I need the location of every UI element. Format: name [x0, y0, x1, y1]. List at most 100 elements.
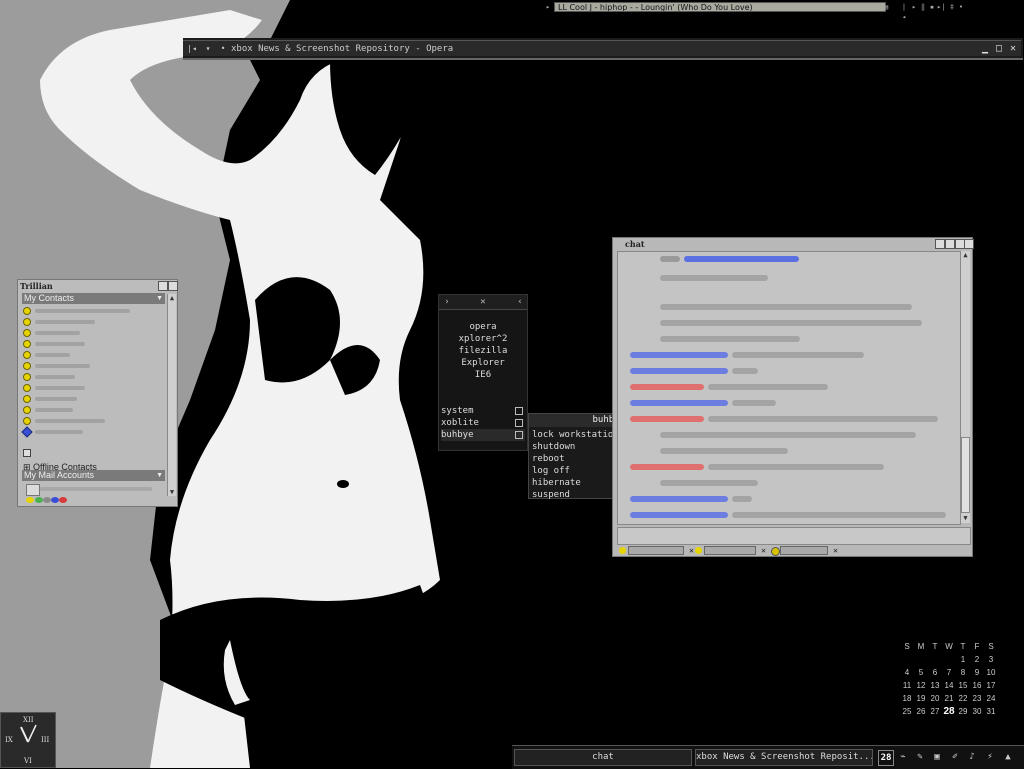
calendar-day[interactable]: 13: [928, 679, 942, 692]
tray-plug-icon[interactable]: ⚡: [983, 750, 997, 764]
menu-reboot[interactable]: reboot: [532, 453, 565, 465]
calendar-day[interactable]: 20: [928, 692, 942, 705]
status-icon[interactable]: [51, 497, 59, 503]
launch-xplorer2[interactable]: xplorer^2: [439, 333, 527, 345]
calendar-today[interactable]: 28: [942, 705, 956, 718]
minimize-icon[interactable]: ▁: [979, 42, 991, 55]
calendar-day[interactable]: 14: [942, 679, 956, 692]
contact-item[interactable]: [23, 383, 123, 393]
menu-item-buhbye[interactable]: buhbye: [441, 429, 525, 441]
scroll-down-icon[interactable]: ▼: [961, 514, 970, 522]
task-opera[interactable]: xbox News & Screenshot Reposit...: [695, 749, 873, 766]
menu-lock-workstation[interactable]: lock workstation: [532, 429, 619, 441]
media-menu-icon[interactable]: ▸: [544, 2, 552, 12]
contact-item[interactable]: [23, 448, 123, 458]
calendar-day[interactable]: 1: [956, 653, 970, 666]
calendar-day[interactable]: 12: [914, 679, 928, 692]
group-my-contacts[interactable]: My Contacts ▼: [22, 293, 165, 304]
status-icon[interactable]: [35, 497, 43, 503]
launch-filezilla[interactable]: filezilla: [439, 345, 527, 357]
chat-tab[interactable]: ✕: [619, 546, 694, 555]
chevron-right-icon[interactable]: ›: [441, 296, 453, 308]
scroll-down-icon[interactable]: ▼: [168, 488, 176, 496]
calendar-day[interactable]: 3: [984, 653, 998, 666]
contact-item[interactable]: [23, 306, 130, 316]
calendar-day[interactable]: 31: [984, 705, 998, 718]
close-icon[interactable]: [964, 239, 974, 249]
play-icon[interactable]: ▸: [910, 2, 918, 12]
chat-message-input[interactable]: [617, 527, 971, 545]
calendar-day[interactable]: 30: [970, 705, 984, 718]
status-icon[interactable]: [59, 497, 67, 503]
shuffle-icon[interactable]: ‡: [948, 2, 956, 12]
mail-icon[interactable]: [26, 484, 40, 496]
maximize-icon[interactable]: □: [993, 42, 1005, 55]
calendar-day[interactable]: 24: [984, 692, 998, 705]
contact-item[interactable]: [23, 372, 123, 382]
close-icon[interactable]: ✕: [689, 546, 694, 555]
menu-suspend[interactable]: suspend: [532, 489, 570, 501]
calendar-day[interactable]: 16: [970, 679, 984, 692]
stop-icon[interactable]: ▪: [928, 2, 936, 12]
chat-link-blurred[interactable]: [684, 256, 799, 262]
contact-item[interactable]: [23, 394, 123, 404]
tray-pen-icon[interactable]: ✐: [948, 750, 962, 764]
tray-speaker-icon[interactable]: ♪: [965, 750, 979, 764]
calendar-day[interactable]: 6: [928, 666, 942, 679]
calendar-day[interactable]: 8: [956, 666, 970, 679]
more-icon[interactable]: •: [957, 2, 965, 12]
expand-icon[interactable]: [23, 449, 31, 457]
menu-item-system[interactable]: system: [441, 405, 525, 417]
chevron-left-icon[interactable]: ‹: [514, 296, 526, 308]
scroll-up-icon[interactable]: ▲: [961, 251, 970, 259]
back-icon[interactable]: |◂: [186, 42, 198, 55]
contact-item[interactable]: [23, 416, 123, 426]
next-icon[interactable]: ▸|: [937, 2, 945, 12]
scroll-up-icon[interactable]: ▲: [168, 294, 176, 302]
equalizer-icon[interactable]: ▤: [882, 2, 890, 12]
contact-scrollbar[interactable]: ▲ ▼: [167, 294, 176, 496]
calendar-day[interactable]: 29: [956, 705, 970, 718]
contact-item[interactable]: [21, 426, 123, 438]
tray-network-icon[interactable]: ⌁: [896, 750, 910, 764]
calendar-day[interactable]: 18: [900, 692, 914, 705]
calendar-day[interactable]: 21: [942, 692, 956, 705]
calendar-day[interactable]: 27: [928, 705, 942, 718]
close-icon[interactable]: ✕: [1007, 42, 1019, 55]
menu-log-off[interactable]: log off: [532, 465, 570, 477]
prev-icon[interactable]: |◂: [900, 2, 908, 21]
contact-item[interactable]: [23, 339, 123, 349]
tray-tool-icon[interactable]: ✎: [913, 750, 927, 764]
calendar-day[interactable]: 5: [914, 666, 928, 679]
calendar-day[interactable]: 25: [900, 705, 914, 718]
status-icon[interactable]: [26, 497, 34, 503]
contact-item[interactable]: [23, 361, 123, 371]
calendar-day[interactable]: 9: [970, 666, 984, 679]
calendar-day[interactable]: 11: [900, 679, 914, 692]
close-icon[interactable]: ✕: [761, 546, 766, 555]
task-chat[interactable]: chat: [514, 749, 692, 766]
contact-item[interactable]: [23, 350, 123, 360]
menu-shutdown[interactable]: shutdown: [532, 441, 575, 453]
calendar-day[interactable]: 26: [914, 705, 928, 718]
contact-item[interactable]: [23, 328, 123, 338]
minimize-icon[interactable]: [935, 239, 945, 249]
chat-scrollbar[interactable]: ▲ ▼: [960, 251, 970, 523]
contact-item[interactable]: [23, 405, 123, 415]
scroll-thumb[interactable]: [961, 437, 970, 513]
minimize-icon[interactable]: [158, 281, 168, 291]
close-icon[interactable]: ✕: [477, 296, 489, 308]
status-icon[interactable]: [43, 497, 51, 503]
close-icon[interactable]: ✕: [833, 546, 838, 555]
pause-icon[interactable]: ‖: [919, 2, 927, 12]
calendar-day[interactable]: 17: [984, 679, 998, 692]
tray-date[interactable]: 28: [878, 750, 894, 766]
calendar-day[interactable]: 7: [942, 666, 956, 679]
calendar-day[interactable]: 15: [956, 679, 970, 692]
dot-icon[interactable]: •: [217, 42, 229, 55]
maximize-icon[interactable]: [945, 239, 955, 249]
calendar-day[interactable]: 4: [900, 666, 914, 679]
tray-window-icon[interactable]: ▣: [930, 750, 944, 764]
close-icon[interactable]: [168, 281, 178, 291]
chat-log[interactable]: [617, 251, 961, 525]
